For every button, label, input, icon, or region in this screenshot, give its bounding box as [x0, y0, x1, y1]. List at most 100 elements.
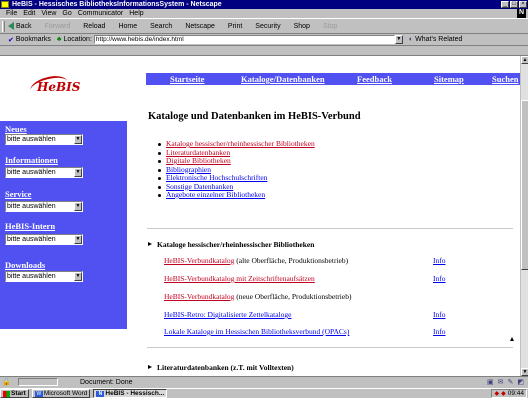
sidebar-heading-downloads[interactable]: Downloads [5, 260, 45, 270]
scrollbar-thumb[interactable] [521, 100, 528, 270]
netscape-app-icon [1, 1, 9, 8]
category-link[interactable]: Angebote einzelner Bibliotheken [166, 190, 265, 199]
chevron-down-icon: ▼ [74, 202, 82, 211]
scroll-down-button[interactable]: ▼ [521, 368, 528, 376]
hebis-logo[interactable]: HeBIS [28, 72, 80, 100]
menu-edit[interactable]: Edit [23, 10, 35, 17]
menu-file[interactable]: File [6, 10, 17, 17]
navigator-icon[interactable]: ▣ [487, 378, 494, 386]
menu-help[interactable]: Help [129, 10, 143, 17]
sidebar-select-neues[interactable]: bitte auswählen ▼ [5, 134, 83, 145]
info-link[interactable]: Info [433, 274, 446, 283]
info-link[interactable]: Info [433, 310, 446, 319]
progress-bar [18, 378, 58, 386]
security-button[interactable]: Security [255, 23, 280, 30]
catalog-row: HeBIS-Verbundkatalog (neue Oberfläche, P… [164, 292, 352, 301]
netscape-n-icon: N [517, 9, 526, 18]
reload-button[interactable]: Reload [83, 23, 105, 30]
triangle-right-icon [148, 242, 152, 246]
sidebar-select-downloads[interactable]: bitte auswählen ▼ [5, 271, 83, 282]
status-bar: 🔓 Document: Done ▣ ✉ ✎ ◩ [0, 376, 528, 387]
menu-view[interactable]: View [41, 10, 56, 17]
component-bar: ▣ ✉ ✎ ◩ [487, 378, 524, 386]
vertical-scrollbar[interactable]: ▲ ▼ [520, 56, 528, 376]
security-lock-icon[interactable]: 🔓 [2, 378, 16, 386]
personal-toolbar [0, 46, 528, 56]
menu-go[interactable]: Go [62, 10, 71, 17]
sidebar-select-informationen[interactable]: bitte auswählen ▼ [5, 167, 83, 178]
page-content[interactable]: HeBIS Startseite Kataloge/Datenbanken Fe… [0, 56, 520, 376]
windows-flag-icon [3, 390, 10, 397]
toolbar-grip[interactable] [2, 21, 5, 32]
shop-button[interactable]: Shop [294, 23, 310, 30]
start-button[interactable]: Start [0, 389, 29, 398]
back-button[interactable]: Back [8, 22, 32, 30]
menu-communicator[interactable]: Communicator [78, 10, 124, 17]
home-button[interactable]: Home [118, 23, 137, 30]
info-link[interactable]: Info [433, 256, 446, 265]
tray-icon[interactable]: ◆ [494, 390, 499, 397]
nav-startseite[interactable]: Startseite [170, 74, 204, 84]
netscape-icon: N [96, 390, 105, 397]
top-navigation: Startseite Kataloge/Datenbanken Feedback… [146, 73, 520, 85]
triangle-right-icon [148, 365, 152, 369]
catalog-link[interactable]: Lokale Kataloge im Hessischen Bibliothek… [164, 327, 349, 336]
logo-swoosh [28, 72, 70, 100]
sidebar-heading-neues[interactable]: Neues [5, 124, 27, 134]
section-heading-literaturdatenbanken: Literaturdatenbanken (z.T. mit Volltexte… [148, 363, 294, 372]
bookmarks-button[interactable]: Bookmarks [16, 36, 51, 43]
scroll-up-button[interactable]: ▲ [521, 56, 528, 64]
discussion-icon[interactable]: ◩ [517, 378, 524, 386]
sidebar-heading-hebis-intern[interactable]: HeBIS-Intern [5, 221, 55, 231]
composer-icon[interactable]: ✎ [508, 378, 514, 386]
catalog-link[interactable]: HeBIS-Retro: Digitalisierte Zettelkatalo… [164, 310, 291, 319]
sidebar-heading-informationen[interactable]: Informationen [5, 155, 58, 165]
page-title: Kataloge und Datenbanken im HeBIS-Verbun… [148, 111, 361, 122]
info-link[interactable]: Info [433, 327, 446, 336]
chevron-down-icon: ▼ [74, 272, 82, 281]
category-list: Kataloge hessischer/rheinhessischer Bibl… [150, 140, 315, 200]
catalog-link[interactable]: HeBIS-Verbundkatalog mit Zeitschriftenau… [164, 274, 315, 283]
whats-related-button[interactable]: What's Related [415, 36, 462, 43]
window-title: HeBIS - Hessisches BibliotheksInformatio… [12, 1, 222, 8]
netscape-button[interactable]: Netscape [185, 23, 215, 30]
sidebar-select-service[interactable]: bitte auswählen ▼ [5, 201, 83, 212]
nav-feedback[interactable]: Feedback [357, 74, 392, 84]
location-bar: ✔ Bookmarks ♣ Location: http://www.hebis… [0, 34, 528, 46]
taskbar-item-word[interactable]: W Microsoft Word [31, 389, 91, 398]
tray-icon[interactable]: ◆ [501, 390, 506, 397]
sidebar-select-hebis-intern[interactable]: bitte auswählen ▼ [5, 234, 83, 245]
nav-sitemap[interactable]: Sitemap [434, 74, 464, 84]
search-button[interactable]: Search [150, 23, 172, 30]
navigation-toolbar: Back Forward Reload Home Search Netscape… [0, 18, 528, 34]
url-dropdown-button[interactable]: ▼ [394, 35, 403, 44]
catalog-link[interactable]: HeBIS-Verbundkatalog [164, 256, 234, 265]
nav-kataloge-datenbanken[interactable]: Kataloge/Datenbanken [241, 74, 325, 84]
taskbar: Start W Microsoft Word N HeBIS - Hessisch.… [0, 388, 528, 398]
stop-button[interactable]: Stop [323, 23, 337, 30]
catalog-row: HeBIS-Verbundkatalog mit Zeitschriftenau… [164, 274, 315, 283]
catalog-link[interactable]: HeBIS-Verbundkatalog [164, 292, 234, 301]
divider [147, 228, 513, 229]
sidebar: Neues bitte auswählen ▼ Informationen bit… [0, 121, 127, 329]
taskbar-item-netscape[interactable]: N HeBIS - Hessisch... [93, 389, 168, 398]
url-input[interactable]: http://www.hebis.de/index.html [93, 35, 395, 44]
chevron-down-icon: ▼ [74, 235, 82, 244]
mail-icon[interactable]: ✉ [498, 378, 504, 386]
print-button[interactable]: Print [228, 23, 242, 30]
nav-suchen[interactable]: Suchen [492, 74, 518, 84]
maximize-button[interactable]: □ [510, 1, 518, 8]
catalog-row: Lokale Kataloge im Hessischen Bibliothek… [164, 327, 349, 336]
minimize-button[interactable]: _ [501, 1, 509, 8]
status-text: Document: Done [80, 378, 133, 386]
divider [147, 347, 513, 348]
sidebar-heading-service[interactable]: Service [5, 189, 31, 199]
close-button[interactable]: × [519, 1, 527, 8]
chevron-down-icon: ▼ [74, 168, 82, 177]
menu-bar: File Edit View Go Communicator Help N [0, 9, 528, 18]
forward-button[interactable]: Forward [45, 23, 71, 30]
catalog-row: HeBIS-Retro: Digitalisierte Zettelkatalo… [164, 310, 291, 319]
back-to-top-icon[interactable] [510, 337, 514, 341]
whats-related-icon: ◐ [408, 36, 414, 43]
chevron-down-icon: ▼ [74, 135, 82, 144]
